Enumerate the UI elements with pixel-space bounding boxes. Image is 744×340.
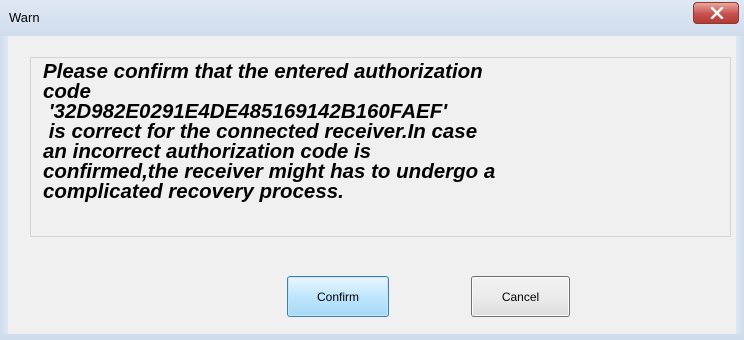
- warning-message: Please confirm that the entered authoriz…: [43, 60, 496, 203]
- confirm-button[interactable]: Confirm: [287, 276, 389, 317]
- cancel-button[interactable]: Cancel: [471, 276, 570, 317]
- window-frame-left: [0, 36, 8, 340]
- window-frame-right: [736, 36, 744, 340]
- close-button[interactable]: [693, 2, 739, 24]
- message-panel: Please confirm that the entered authoriz…: [30, 57, 731, 237]
- warn-dialog: Warn Please confirm that the entered aut…: [0, 0, 744, 340]
- window-title: Warn: [9, 10, 40, 25]
- title-bar: Warn: [0, 0, 744, 37]
- window-frame-bottom: [0, 334, 744, 340]
- close-icon: [710, 7, 724, 19]
